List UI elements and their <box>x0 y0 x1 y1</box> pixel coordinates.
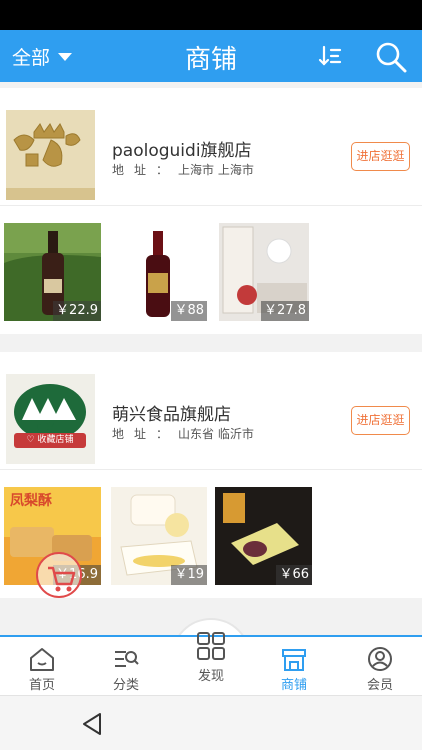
shop-address: 地址：山东省 临沂市 <box>112 425 254 442</box>
product-thumbnail[interactable]: ￥27.8 <box>219 223 309 321</box>
tab-category[interactable]: 分类 <box>84 637 168 695</box>
home-icon <box>30 648 54 671</box>
address-label: 地址： <box>112 427 179 441</box>
tab-label: 发现 <box>197 669 224 684</box>
favorite-shop-tag[interactable]: ♡ 收藏店铺 <box>14 433 86 448</box>
shop-address: 地址：上海市 上海市 <box>112 161 254 178</box>
shop-info: paologuidi旗舰店 地址：上海市 上海市 进店逛逛 <box>0 88 422 206</box>
tab-label: 首页 <box>28 678 55 693</box>
product-price: ￥27.8 <box>261 301 309 321</box>
tab-discover[interactable]: 发现 <box>171 618 251 694</box>
search-icon[interactable] <box>374 40 408 74</box>
visit-shop-button[interactable]: 进店逛逛 <box>351 406 410 435</box>
product-price: ￥88 <box>171 301 207 321</box>
floating-cart-button[interactable] <box>36 552 82 598</box>
visit-shop-button[interactable]: 进店逛逛 <box>351 142 410 171</box>
shop-logo[interactable] <box>6 110 95 200</box>
filter-label: 全部 <box>12 47 51 69</box>
discover-grid-icon <box>197 632 225 660</box>
divider <box>0 340 422 352</box>
shop-name[interactable]: paologuidi旗舰店 <box>112 136 252 161</box>
address-value: 山东省 临沂市 <box>178 427 254 441</box>
top-header: 全部 商铺 <box>0 30 422 82</box>
tab-member[interactable]: 会员 <box>338 637 422 695</box>
product-row: ￥22.9 ￥88 ￥27.8 <box>0 206 422 334</box>
category-icon <box>115 651 139 667</box>
product-price: ￥22.9 <box>53 301 101 321</box>
product-title-text: 凤梨酥 <box>10 493 52 509</box>
heart-icon: ♡ <box>26 435 38 445</box>
product-price: ￥19 <box>171 565 207 585</box>
address-value: 上海市 上海市 <box>178 163 254 177</box>
product-thumbnail[interactable]: ￥19 <box>111 487 207 585</box>
shop-logo[interactable] <box>6 374 95 464</box>
favorite-shop-label: 收藏店铺 <box>37 435 74 445</box>
shop-card[interactable]: paologuidi旗舰店 地址：上海市 上海市 进店逛逛 ￥22.9 ￥88 … <box>0 88 422 334</box>
sort-icon[interactable] <box>318 42 344 70</box>
product-thumbnail[interactable]: ￥88 <box>111 223 207 321</box>
cart-icon <box>48 566 76 592</box>
status-bar <box>0 0 422 30</box>
category-filter-dropdown[interactable]: 全部 <box>12 43 73 70</box>
member-icon <box>368 647 392 671</box>
tab-label: 商铺 <box>280 678 307 693</box>
back-icon[interactable] <box>80 711 104 737</box>
shop-name[interactable]: 萌兴食品旗舰店 <box>112 400 231 425</box>
logo-brand-text: 萌 兴 <box>34 423 55 433</box>
shop-info: 萌 兴 ♡ 收藏店铺 萌兴食品旗舰店 地址：山东省 临沂市 进店逛逛 <box>0 352 422 470</box>
chevron-down-icon <box>58 52 73 61</box>
address-label: 地址： <box>112 163 179 177</box>
product-thumbnail[interactable]: ￥66 <box>215 487 312 585</box>
system-nav-bar <box>0 695 422 750</box>
tab-label: 会员 <box>366 678 393 693</box>
tab-shops[interactable]: 商铺 <box>252 637 336 695</box>
product-price: ￥66 <box>276 565 312 585</box>
product-thumbnail[interactable]: ￥22.9 <box>4 223 101 321</box>
shop-icon <box>282 649 306 671</box>
tab-home[interactable]: 首页 <box>0 637 84 695</box>
tab-label: 分类 <box>112 678 139 693</box>
